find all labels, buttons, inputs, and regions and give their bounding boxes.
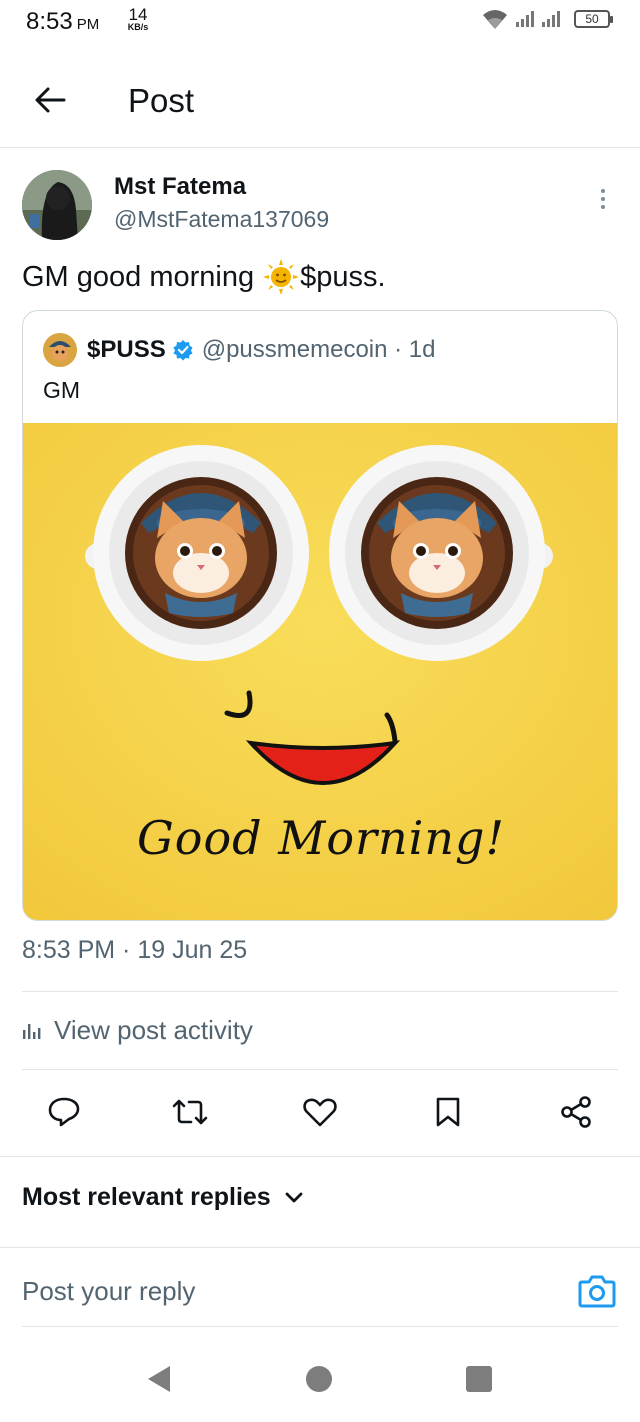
more-vertical-icon xyxy=(601,189,605,193)
divider xyxy=(0,1247,640,1248)
image-caption: Good Morning! xyxy=(137,811,505,865)
post-timestamp: 8:53 PM · 19 Jun 25 xyxy=(22,936,248,964)
quoted-text: GM xyxy=(43,377,81,403)
like-button[interactable] xyxy=(300,1092,340,1132)
author-avatar[interactable] xyxy=(22,170,92,240)
share-icon xyxy=(561,1096,591,1128)
back-button[interactable] xyxy=(30,80,70,120)
camera-icon xyxy=(578,1275,616,1308)
reply-button[interactable] xyxy=(44,1092,84,1132)
author-name[interactable]: Mst Fatema xyxy=(114,173,246,201)
network-speed: 14 KB/s xyxy=(127,5,149,32)
quoted-author-name: $PUSS xyxy=(87,336,166,363)
bookmark-icon xyxy=(436,1097,460,1127)
heart-icon xyxy=(303,1098,337,1127)
quoted-handle-time: @pussmemecoin · 1d xyxy=(201,336,436,363)
signal-icon xyxy=(516,11,560,27)
quoted-media-image[interactable]: Good Morning! xyxy=(23,423,617,920)
replies-sort-label: Most relevant replies xyxy=(22,1183,271,1211)
sun-emoji-icon xyxy=(263,259,300,295)
analytics-icon xyxy=(23,1023,41,1039)
quoted-post-card[interactable]: $PUSS @pussmemecoin · 1d GM Good Morning… xyxy=(22,310,618,921)
repost-button[interactable] xyxy=(170,1092,210,1132)
system-nav-bar xyxy=(0,1340,640,1422)
camera-button[interactable] xyxy=(578,1274,616,1312)
repost-icon xyxy=(172,1099,208,1125)
quoted-avatar xyxy=(43,333,77,367)
divider xyxy=(22,1326,618,1327)
nav-recents-icon[interactable] xyxy=(466,1366,492,1392)
divider xyxy=(22,991,618,992)
reply-input[interactable]: Post your reply xyxy=(22,1276,195,1307)
bookmark-button[interactable] xyxy=(428,1092,468,1132)
arrow-left-icon xyxy=(35,87,66,113)
wifi-icon xyxy=(483,10,507,29)
chevron-down-icon xyxy=(285,1192,303,1202)
view-post-activity-label: View post activity xyxy=(54,1015,253,1045)
top-app-bar: Post xyxy=(0,56,640,148)
replies-sort-dropdown[interactable]: Most relevant replies xyxy=(22,1183,303,1212)
post-text: GM good morning $puss. xyxy=(22,258,386,296)
divider xyxy=(0,1156,640,1157)
status-time: 8:53 PM xyxy=(26,8,100,35)
nav-back-icon[interactable] xyxy=(146,1364,172,1394)
view-post-activity-link[interactable]: View post activity xyxy=(22,1015,253,1046)
status-bar: 8:53 PM 14 KB/s 50 xyxy=(0,0,640,44)
battery-icon: 50 xyxy=(574,10,613,28)
post-actions xyxy=(0,1088,640,1138)
author-handle[interactable]: @MstFatema137069 xyxy=(114,206,329,233)
nav-home-icon[interactable] xyxy=(306,1366,332,1392)
verified-badge-icon xyxy=(173,340,193,361)
divider xyxy=(22,1069,618,1070)
reply-icon xyxy=(48,1097,80,1127)
more-options-button[interactable] xyxy=(588,184,618,214)
share-button[interactable] xyxy=(556,1092,596,1132)
page-title: Post xyxy=(128,82,195,119)
